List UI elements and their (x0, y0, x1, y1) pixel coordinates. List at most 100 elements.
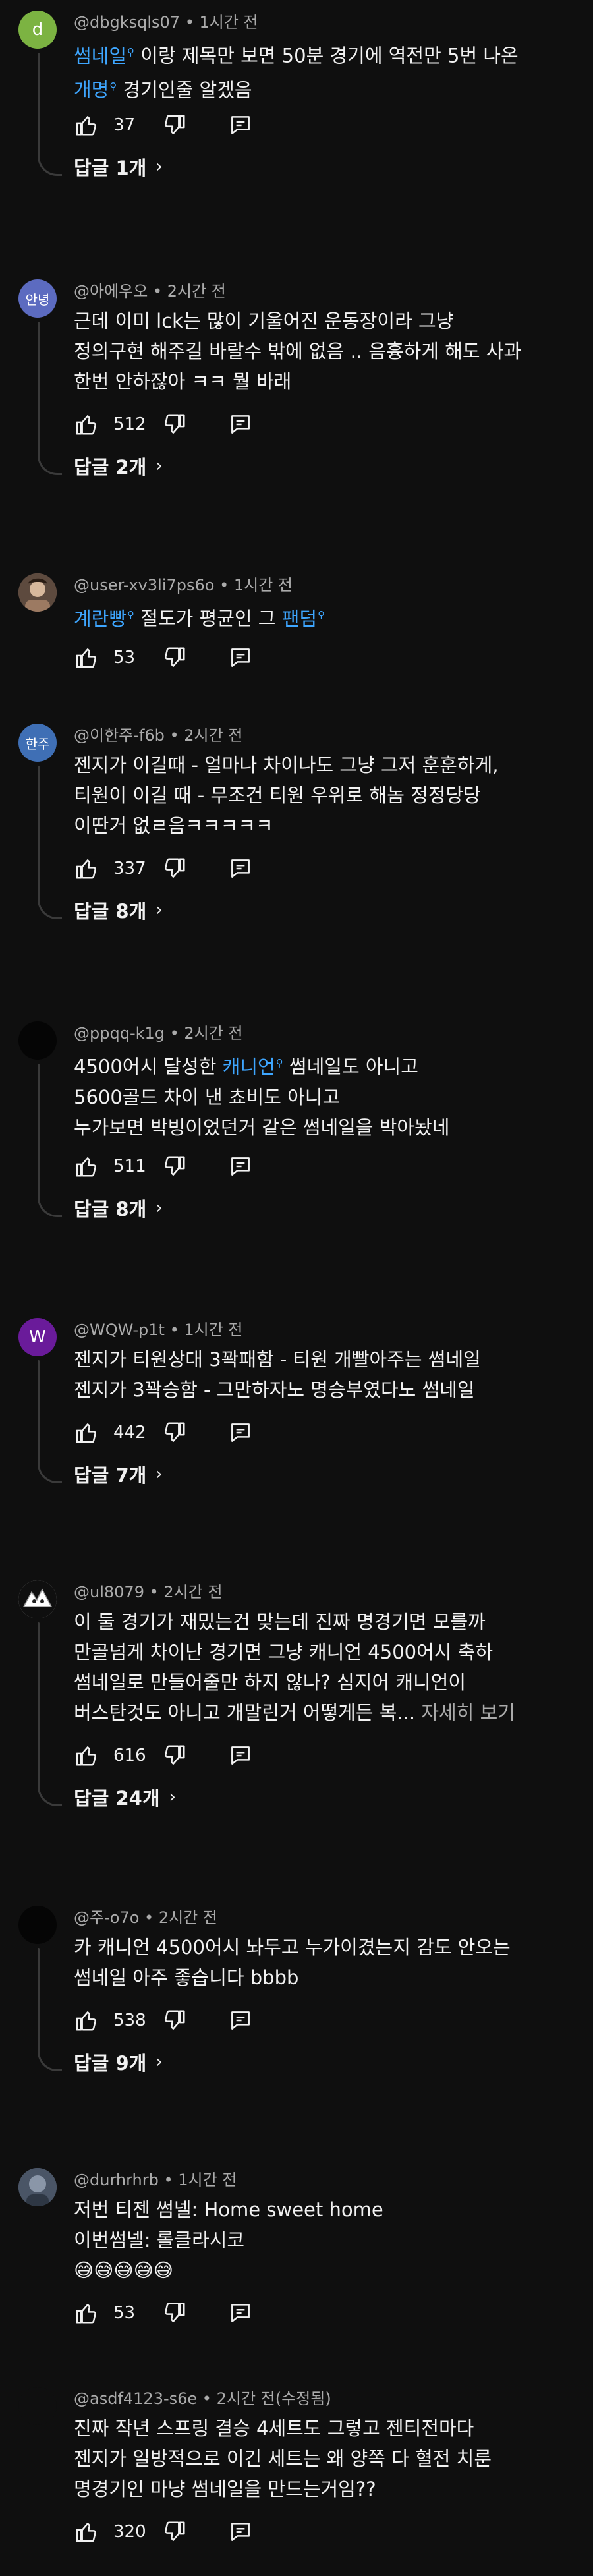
avatar[interactable]: 한주 (18, 724, 57, 762)
avatar[interactable]: W (18, 1318, 57, 1356)
comment-reply-icon (228, 2301, 253, 2326)
dislike-button[interactable] (162, 412, 187, 437)
like-button[interactable] (74, 412, 99, 437)
avatar[interactable]: 안녕 (18, 279, 57, 318)
like-button[interactable] (74, 645, 99, 670)
author-name[interactable]: @주-o7o (74, 1908, 139, 1927)
search-link[interactable]: 캐니언⚲ (223, 1056, 283, 1078)
search-icon: ⚲ (318, 609, 325, 621)
text-segment: 썸네일도 아니고 (283, 1055, 418, 1078)
reply-button[interactable] (228, 1420, 253, 1445)
text-segment: 이 둘 경기가 재밌는건 맞는데 진짜 명경기면 모를까 (74, 1611, 486, 1633)
comment-text: 저번 티젠 썸넬: Home sweet home 이번썸넬: 롤클라시코 😅😅😅😅… (74, 2194, 555, 2285)
reply-button[interactable] (228, 1154, 253, 1179)
like-button[interactable] (74, 856, 99, 881)
reply-button[interactable] (228, 2008, 253, 2033)
comment-line: 한번 안하잖아 ㅋㅋ 뭘 바래 (74, 366, 555, 397)
author-name[interactable]: @ppqq-k1g (74, 1024, 165, 1043)
comment-reply-icon (228, 856, 253, 881)
comment-text: 진짜 작년 스프링 결승 4세트도 그렇고 젠티전마다 젠지가 일방적으로 이긴 … (74, 2413, 555, 2504)
comment-time: 2시간 전(수정됨) (216, 2390, 331, 2408)
comment-line: 썸네일 아주 좋습니다 bbbb (74, 1962, 555, 1993)
author-name[interactable]: @ul8079 (74, 1583, 144, 1601)
reply-button[interactable] (228, 2301, 253, 2326)
comment-line: 젠지가 일방적으로 이긴 세트는 왜 양쪽 다 혈전 치룬 (74, 2444, 555, 2474)
reply-button[interactable] (228, 1743, 253, 1768)
comment-reply-icon (228, 412, 253, 437)
text-segment: 저번 티젠 썸넬: Home sweet home (74, 2198, 383, 2221)
avatar[interactable]: d (18, 11, 57, 49)
reply-button[interactable] (228, 412, 253, 437)
search-link[interactable]: 팬덤⚲ (282, 608, 325, 630)
like-button[interactable] (74, 2008, 99, 2033)
view-replies-button[interactable]: 답글 1개 › (74, 153, 163, 181)
text-segment: 한번 안하잖아 ㅋㅋ 뭘 바래 (74, 370, 292, 393)
chevron-right-icon: › (155, 900, 163, 920)
like-button[interactable] (74, 1420, 99, 1445)
link-text: 썸네일 (74, 44, 127, 67)
reply-button[interactable] (228, 2519, 253, 2544)
like-button[interactable] (74, 2301, 99, 2326)
text-segment: 젠지가 3꽉승함 - 그만하자노 명승부였다노 썸네일 (74, 1379, 475, 1401)
comment-text: 젠지가 이길때 - 얼마나 차이나도 그냥 그저 훈훈하게, 티원이 이길 때 -… (74, 750, 555, 841)
dislike-button[interactable] (162, 2301, 187, 2326)
avatar[interactable] (18, 2387, 57, 2425)
comment-meta: @이한주-f6b • 2시간 전 (74, 722, 242, 745)
dislike-button[interactable] (162, 1420, 187, 1445)
comment-line: 젠지가 티원상대 3꽉패함 - 티원 개빨아주는 썸네일 (74, 1344, 555, 1375)
comment-actions: 320 (74, 2519, 253, 2545)
like-button[interactable] (74, 113, 99, 138)
avatar[interactable] (18, 1906, 57, 1944)
search-link[interactable]: 썸네일⚲ (74, 45, 134, 67)
view-replies-button[interactable]: 답글 7개 › (74, 1460, 163, 1488)
thumbs-down-icon (162, 1154, 187, 1179)
avatar[interactable] (18, 2168, 57, 2206)
author-name[interactable]: @user-xv3li7ps6o (74, 576, 214, 594)
dislike-button[interactable] (162, 2008, 187, 2033)
view-replies-button[interactable]: 답글 24개 › (74, 1783, 176, 1811)
comment-meta: @user-xv3li7ps6o • 1시간 전 (74, 572, 293, 595)
thread-line (38, 322, 40, 455)
avatar[interactable] (18, 1580, 57, 1618)
text-segment: 근데 이미 lck는 많이 기울어진 운동장이라 그냥 (74, 310, 454, 332)
comment-text: 근데 이미 lck는 많이 기울어진 운동장이라 그냥 정의구현 해주길 바랄수 … (74, 306, 555, 397)
avatar[interactable] (18, 1021, 57, 1060)
like-button[interactable] (74, 1743, 99, 1768)
author-name[interactable]: @WQW-p1t (74, 1321, 165, 1339)
like-button[interactable] (74, 2519, 99, 2544)
author-name[interactable]: @이한주-f6b (74, 726, 165, 745)
author-name[interactable]: @durhrhrb (74, 2171, 159, 2189)
author-name[interactable]: @asdf4123-s6e (74, 2390, 197, 2408)
comment-meta: @dbgksqls07 • 1시간 전 (74, 9, 258, 32)
comment-line: 젠지가 3꽉승함 - 그만하자노 명승부였다노 썸네일 (74, 1375, 555, 1405)
comment-line: 이 둘 경기가 재밌는건 맞는데 진짜 명경기면 모를까 (74, 1607, 555, 1637)
dislike-button[interactable] (162, 2519, 187, 2544)
dislike-button[interactable] (162, 1154, 187, 1179)
author-name[interactable]: @아에우오 (74, 282, 148, 301)
read-more-link[interactable]: 자세히 보기 (421, 1702, 515, 1724)
avatar[interactable] (18, 573, 57, 612)
text-segment: 버스탄것도 아니고 개말린거 어떻게든 복... (74, 1702, 422, 1724)
dislike-button[interactable] (162, 645, 187, 670)
comment-time: 2시간 전 (184, 1024, 243, 1043)
chevron-right-icon: › (155, 1464, 163, 1484)
comment-line: 썸네일⚲ 이랑 제목만 보면 50분 경기에 역전만 5번 나온 (74, 37, 555, 71)
view-replies-button[interactable]: 답글 2개 › (74, 452, 163, 480)
dislike-button[interactable] (162, 113, 187, 138)
like-button[interactable] (74, 1154, 99, 1179)
reply-button[interactable] (228, 856, 253, 881)
comment-meta: @durhrhrb • 1시간 전 (74, 2167, 237, 2190)
view-replies-button[interactable]: 답글 9개 › (74, 2048, 163, 2076)
dislike-button[interactable] (162, 1743, 187, 1768)
view-replies-button[interactable]: 답글 8개 › (74, 1194, 163, 1222)
replies-count: 답글 8개 (74, 900, 147, 923)
thumbs-up-icon (74, 412, 99, 437)
search-link[interactable]: 개명⚲ (74, 78, 117, 101)
reply-button[interactable] (228, 645, 253, 670)
search-link[interactable]: 계란빵⚲ (74, 608, 134, 630)
view-replies-button[interactable]: 답글 8개 › (74, 896, 163, 924)
comment-line: 명경기인 마냥 썸네일을 만드는거임?? (74, 2474, 555, 2504)
author-name[interactable]: @dbgksqls07 (74, 13, 180, 32)
reply-button[interactable] (228, 113, 253, 138)
dislike-button[interactable] (162, 856, 187, 881)
